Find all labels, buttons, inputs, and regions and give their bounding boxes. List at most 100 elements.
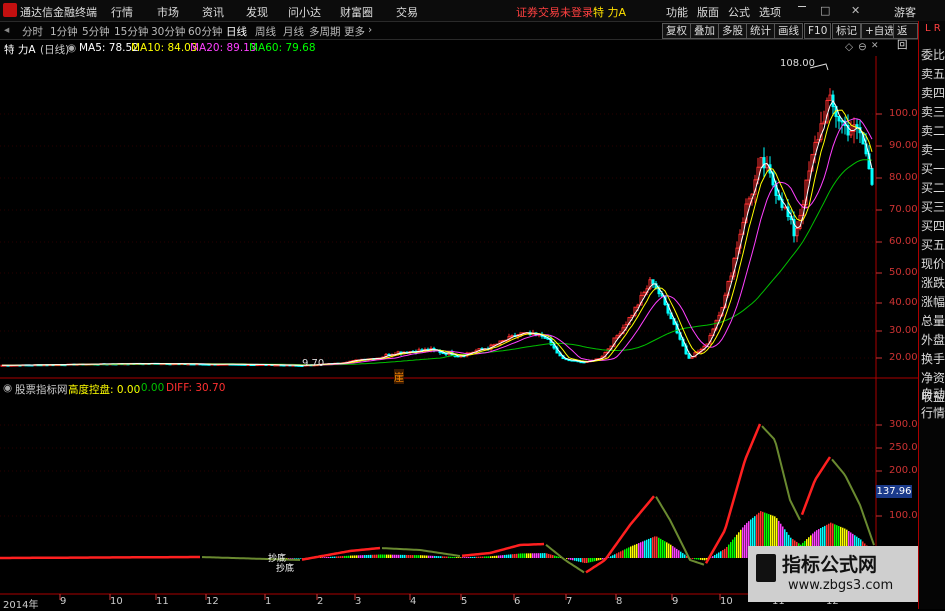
- price-tick: 30.00: [889, 325, 918, 336]
- indicator-bar: [390, 554, 392, 558]
- indicator-bar: [354, 555, 356, 558]
- indicator-bar: [292, 558, 294, 559]
- candle-body: [828, 94, 832, 102]
- indicator-bar: [434, 555, 436, 558]
- indicator-bar: [486, 556, 488, 558]
- watermark-logo-icon: [756, 554, 776, 582]
- panel-item[interactable]: 涨跌: [920, 274, 945, 292]
- indicator-bar: [548, 553, 550, 558]
- candle-body: [615, 335, 619, 339]
- indicator-bar: [290, 558, 292, 559]
- indicator-bar: [382, 554, 384, 558]
- panel-item[interactable]: 委比: [920, 46, 945, 64]
- indicator-bar: [428, 555, 430, 558]
- indicator-bar: [368, 554, 370, 558]
- indicator-bar: [324, 557, 326, 558]
- candle-body: [651, 279, 655, 285]
- x-tick: 2: [317, 596, 324, 607]
- candle-body: [762, 157, 766, 169]
- price-tick: 40.00: [889, 297, 918, 308]
- indicator-bar: [484, 556, 486, 558]
- indicator-diff-label: DIFF: 30.70: [166, 382, 226, 394]
- price-tick: 50.00: [889, 267, 918, 278]
- indicator-bar: [462, 557, 464, 558]
- indicator-bar: [376, 554, 378, 558]
- high-price-label: 108.00: [780, 58, 815, 69]
- panel-item[interactable]: 行情: [920, 404, 945, 422]
- indicator-bar: [596, 558, 598, 561]
- indicator-settings-icon[interactable]: ◉: [3, 382, 12, 394]
- indicator-bar: [602, 558, 604, 560]
- indicator-bar: [652, 537, 654, 558]
- indicator-bar: [406, 554, 408, 558]
- indicator-bar: [502, 555, 504, 558]
- panel-item[interactable]: 买三: [920, 198, 945, 216]
- indicator-bar: [692, 558, 694, 559]
- quote-side-panel: L R 委比 卖五 卖四 卖三 卖二 卖一 买一 买二 买三 买四 买五 现价 涨跌 涨幅 总量 外盘 换手 净资…: [918, 21, 945, 609]
- indicator-bar: [440, 556, 442, 558]
- indicator-bar: [300, 558, 302, 559]
- indicator-bar: [672, 546, 674, 558]
- panel-item[interactable]: 卖五: [920, 65, 945, 83]
- indicator-info: ◉ 股票指标网 高度控盘: 0.00 : 0.00 DIFF: 30.70: [0, 381, 880, 396]
- candle-body: [870, 168, 874, 185]
- indicator-bar: [618, 552, 620, 558]
- indicator-bar: [384, 554, 386, 558]
- indicator-bar: [528, 553, 530, 558]
- indicator-bar: [346, 555, 348, 558]
- panel-item[interactable]: 自动: [920, 385, 945, 403]
- x-tick: 11: [156, 596, 169, 607]
- kline-chart[interactable]: [0, 0, 918, 609]
- panel-item[interactable]: 总量: [920, 312, 945, 330]
- indicator-bar: [396, 554, 398, 558]
- indicator-bar: [522, 553, 524, 558]
- indicator-bar: [408, 554, 410, 558]
- indicator-bar: [570, 558, 572, 560]
- indicator-bar: [590, 558, 592, 563]
- indicator-bar: [442, 556, 444, 558]
- indicator-bar: [460, 557, 462, 558]
- price-tick: 90.00: [889, 140, 918, 151]
- indicator-bar: [540, 553, 542, 558]
- panel-item[interactable]: 买五: [920, 236, 945, 254]
- indicator-bar: [534, 553, 536, 558]
- panel-item[interactable]: 涨幅: [920, 293, 945, 311]
- indicator-bar: [416, 555, 418, 558]
- panel-item[interactable]: 卖三: [920, 103, 945, 121]
- indicator-bar: [644, 540, 646, 558]
- panel-item[interactable]: 换手: [920, 350, 945, 368]
- indicator-bar: [436, 556, 438, 558]
- price-tick: 60.00: [889, 236, 918, 247]
- indicator-bar: [538, 553, 540, 558]
- panel-item[interactable]: 买一: [920, 160, 945, 178]
- ma60-line: [1, 159, 873, 366]
- indicator-bar: [524, 553, 526, 558]
- indicator-bar: [684, 554, 686, 558]
- indicator-bar: [654, 536, 656, 558]
- indicator-bar: [612, 555, 614, 558]
- panel-item[interactable]: 现价: [920, 255, 945, 273]
- indicator-bar: [402, 554, 404, 558]
- indicator-bar: [616, 553, 618, 558]
- indicator-bar: [694, 558, 696, 560]
- panel-lr-toggle[interactable]: L R: [925, 23, 941, 34]
- indicator-bar: [430, 555, 432, 558]
- indicator-bar: [490, 556, 492, 558]
- panel-item[interactable]: 买二: [920, 179, 945, 197]
- indicator-bar: [584, 558, 586, 564]
- indicator-bar: [662, 540, 664, 558]
- indicator-bar: [698, 558, 700, 560]
- x-tick: 9: [672, 596, 679, 607]
- panel-item[interactable]: 买四: [920, 217, 945, 235]
- panel-item[interactable]: 外盘: [920, 331, 945, 349]
- indicator-bar: [714, 554, 716, 558]
- panel-item[interactable]: 卖四: [920, 84, 945, 102]
- indicator-bar: [588, 558, 590, 563]
- panel-item[interactable]: 卖二: [920, 122, 945, 140]
- candle-body: [783, 206, 787, 209]
- indicator-bar: [352, 555, 354, 558]
- indicator-bar: [738, 532, 740, 558]
- panel-item[interactable]: 卖一: [920, 141, 945, 159]
- indicator-bar: [634, 544, 636, 558]
- indicator-bar: [322, 557, 324, 558]
